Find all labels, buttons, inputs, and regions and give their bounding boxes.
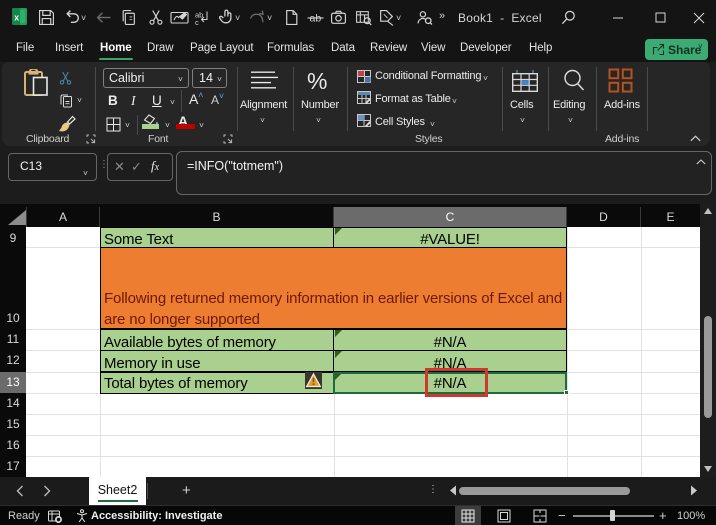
svg-text:x: x [14, 12, 19, 22]
svg-text:c: c [195, 18, 199, 26]
